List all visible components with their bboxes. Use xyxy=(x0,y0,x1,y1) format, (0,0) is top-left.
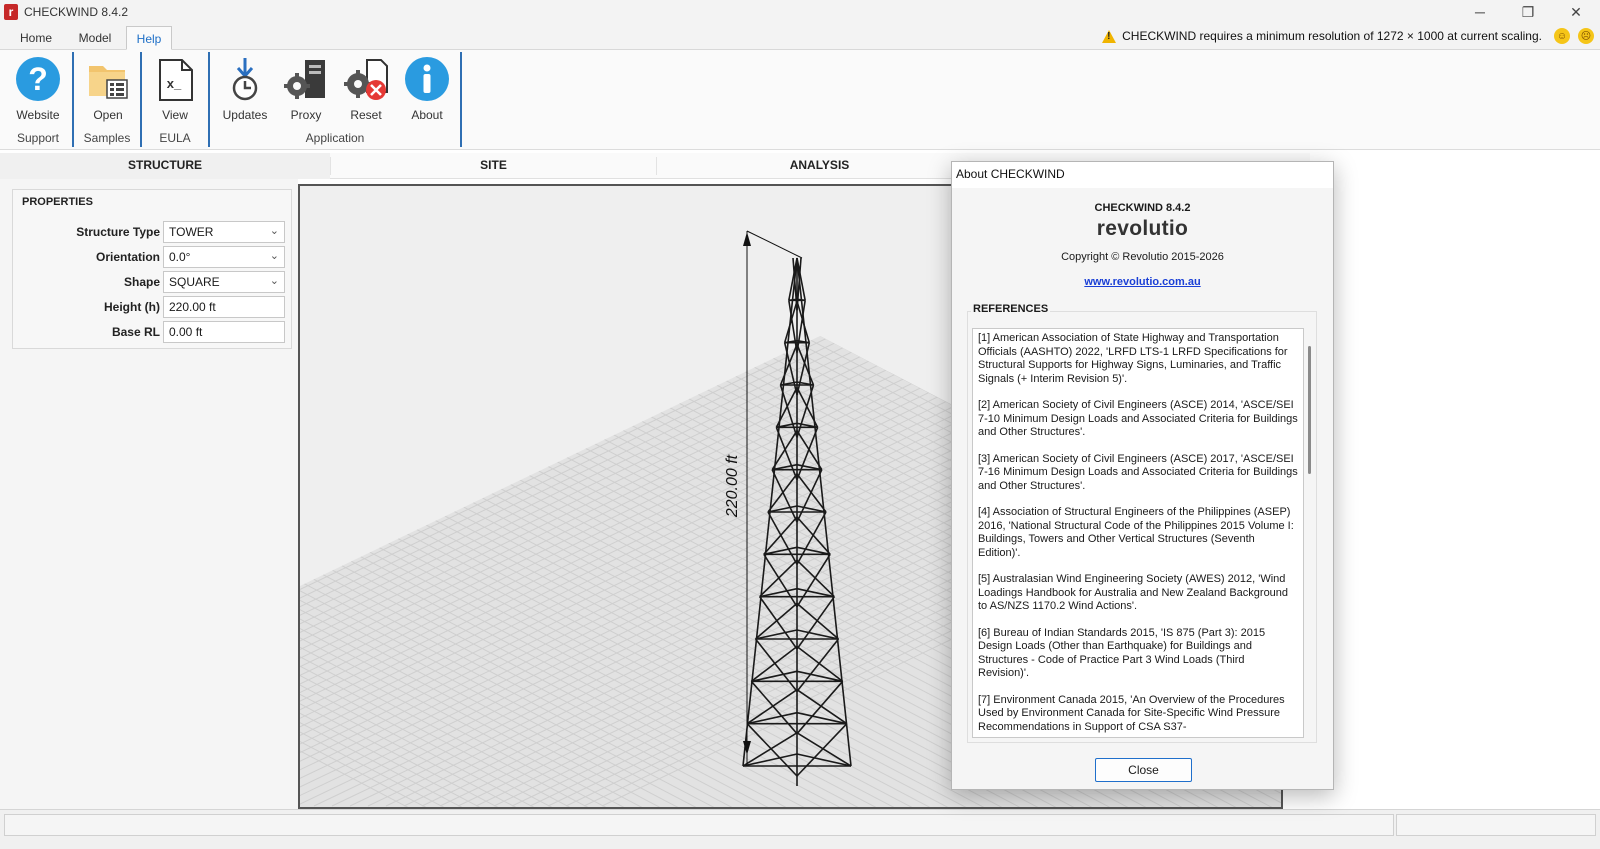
feedback-happy-icon[interactable]: ☺ xyxy=(1554,28,1570,44)
svg-text:?: ? xyxy=(28,61,48,97)
reset-label: Reset xyxy=(350,108,382,122)
structure-type-value: TOWER xyxy=(169,225,214,239)
ribbon-separator xyxy=(208,52,210,147)
property-row-orientation: Orientation 0.0° ⌄ xyxy=(13,246,293,268)
chevron-down-icon: ⌄ xyxy=(269,225,279,237)
status-segment xyxy=(1396,814,1596,836)
about-dialog: About CHECKWIND CHECKWIND 8.4.2 revoluti… xyxy=(951,161,1334,790)
structure-type-select[interactable]: TOWER ⌄ xyxy=(163,221,285,243)
base-rl-label: Base RL xyxy=(111,325,160,339)
download-clock-icon xyxy=(222,56,268,102)
tab-site[interactable]: SITE xyxy=(331,153,656,179)
window-title: CHECKWIND 8.4.2 xyxy=(24,5,129,19)
ribbon-separator xyxy=(72,52,74,147)
property-row-base-rl: Base RL 0.00 ft xyxy=(13,321,293,343)
dialog-copyright: Copyright © Revolutio 2015-2026 xyxy=(1061,251,1224,263)
document-icon: x_ xyxy=(152,56,198,102)
resolution-warning: CHECKWIND requires a minimum resolution … xyxy=(1102,29,1542,43)
ribbon-separator xyxy=(460,52,462,147)
group-support: Support xyxy=(16,131,60,145)
shape-value: SQUARE xyxy=(169,275,220,289)
maximize-button[interactable]: ❐ xyxy=(1504,0,1552,24)
structure-type-label: Structure Type xyxy=(76,225,160,239)
dialog-title: About CHECKWIND xyxy=(952,162,1333,188)
height-input[interactable]: 220.00 ft xyxy=(163,296,285,318)
folder-icon xyxy=(85,56,131,102)
tab-model[interactable]: Model xyxy=(66,26,124,50)
server-gear-icon xyxy=(283,56,329,102)
open-label: Open xyxy=(93,108,123,122)
minimize-button[interactable]: ─ xyxy=(1456,0,1504,24)
website-link[interactable]: www.revolutio.com.au xyxy=(952,276,1333,288)
base-rl-input[interactable]: 0.00 ft xyxy=(163,321,285,343)
website-button[interactable]: ? Website xyxy=(8,56,68,124)
open-samples-button[interactable]: Open xyxy=(78,56,138,124)
view-label: View xyxy=(162,108,188,122)
proxy-label: Proxy xyxy=(290,108,322,122)
close-window-button[interactable]: ✕ xyxy=(1552,0,1600,24)
orientation-select[interactable]: 0.0° ⌄ xyxy=(163,246,285,268)
reference-item: [5] Australasian Wind Engineering Societ… xyxy=(978,573,1289,612)
reference-item: [4] Association of Structural Engineers … xyxy=(978,506,1294,559)
group-samples: Samples xyxy=(83,131,131,145)
feedback-sad-icon[interactable]: ☹ xyxy=(1578,28,1594,44)
updates-button[interactable]: Updates xyxy=(215,56,275,124)
reset-gear-icon xyxy=(343,56,389,102)
reset-button[interactable]: Reset xyxy=(336,56,396,124)
reference-item: [1] American Association of State Highwa… xyxy=(978,332,1288,385)
property-row-shape: Shape SQUARE ⌄ xyxy=(13,271,293,293)
reference-item: [2] American Society of Civil Engineers … xyxy=(978,399,1298,438)
updates-label: Updates xyxy=(222,108,268,122)
orientation-label: Orientation xyxy=(95,250,160,264)
properties-group: PROPERTIES Structure Type TOWER ⌄ Orient… xyxy=(12,189,292,349)
status-bar xyxy=(0,809,1600,849)
chevron-down-icon: ⌄ xyxy=(269,250,279,262)
chevron-down-icon: ⌄ xyxy=(269,275,279,287)
tab-analysis[interactable]: ANALYSIS xyxy=(657,153,982,179)
reference-item: [7] Environment Canada 2015, 'An Overvie… xyxy=(978,693,1285,733)
warning-text: CHECKWIND requires a minimum resolution … xyxy=(1122,29,1542,43)
proxy-button[interactable]: Proxy xyxy=(276,56,336,124)
menu-bar: Home Model Help CHECKWIND requires a min… xyxy=(0,24,1600,50)
about-label: About xyxy=(411,108,443,122)
view-eula-button[interactable]: x_ View xyxy=(145,56,205,124)
shape-label: Shape xyxy=(123,275,160,289)
group-eula: EULA xyxy=(159,131,191,145)
dialog-version: CHECKWIND 8.4.2 xyxy=(1094,202,1191,214)
ribbon-separator xyxy=(140,52,142,147)
references-group: REFERENCES [1] American Association of S… xyxy=(967,303,1317,743)
warning-icon xyxy=(1102,29,1117,43)
website-label: Website xyxy=(16,108,60,122)
references-scrollbar[interactable] xyxy=(1308,346,1311,474)
title-bar: r CHECKWIND 8.4.2 ─ ❐ ✕ xyxy=(0,0,1600,24)
revolutio-logo: revolutio xyxy=(1096,217,1189,240)
properties-title: PROPERTIES xyxy=(22,196,93,208)
app-logo-icon: r xyxy=(4,4,18,20)
group-application: Application xyxy=(305,131,365,145)
tab-help[interactable]: Help xyxy=(126,26,172,50)
reference-item: [6] Bureau of Indian Standards 2015, 'IS… xyxy=(978,626,1266,680)
tab-structure[interactable]: STRUCTURE xyxy=(0,153,330,179)
help-icon: ? xyxy=(15,56,61,102)
shape-select[interactable]: SQUARE ⌄ xyxy=(163,271,285,293)
info-icon xyxy=(404,56,450,102)
reference-item: [3] American Society of Civil Engineers … xyxy=(978,452,1298,492)
tab-home[interactable]: Home xyxy=(8,26,64,50)
orientation-value: 0.0° xyxy=(169,250,191,264)
left-panel: PROPERTIES Structure Type TOWER ⌄ Orient… xyxy=(0,179,298,824)
window-controls: ─ ❐ ✕ xyxy=(1456,0,1600,24)
about-button[interactable]: About xyxy=(397,56,457,124)
property-row-structure-type: Structure Type TOWER ⌄ xyxy=(13,221,293,243)
ribbon: ? Website Open x_ View Updates Proxy Res… xyxy=(0,50,1600,150)
references-title: REFERENCES xyxy=(971,303,1051,315)
close-button[interactable]: Close xyxy=(1095,758,1192,782)
svg-text:x_: x_ xyxy=(167,76,182,91)
height-label: Height (h) xyxy=(104,300,160,314)
references-list[interactable]: [1] American Association of State Highwa… xyxy=(972,328,1304,738)
property-row-height: Height (h) 220.00 ft xyxy=(13,296,293,318)
height-dimension-label: 220.00 ft xyxy=(724,454,741,518)
status-segment xyxy=(4,814,1394,836)
